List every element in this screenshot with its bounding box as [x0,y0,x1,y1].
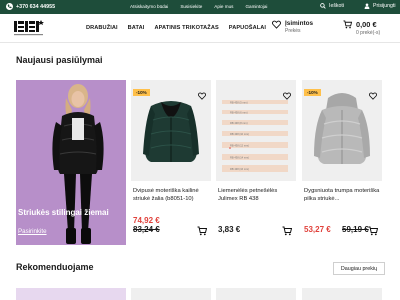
rec-card-preview[interactable] [16,288,126,300]
price-sale: 53,27 € [304,225,331,234]
rec-card-preview[interactable] [216,288,296,300]
top-link-payment[interactable]: Atsiskaitymo būdai [130,4,168,9]
nav-clothes[interactable]: DRABUŽIAI [86,25,118,31]
nav-underwear[interactable]: APATINIS TRIKOTAŽAS [154,25,218,31]
heart-icon[interactable] [198,92,206,100]
promo-title: Striukės stilingai žiemai [18,208,109,217]
strap-size-label: RB 438 (14 mm) [230,156,249,160]
top-link-contact[interactable]: Susisiekite [180,4,202,9]
discount-badge: -10% [133,89,150,96]
cart-count: 0 prekė(-s) [356,30,381,36]
strap-size-label: RB 438 (6 mm) [230,111,248,115]
price: 3,83 € [218,225,241,234]
wishlist-sub: Prekės [285,28,301,34]
promo-model-image [52,84,104,244]
top-links: Atsiskaitymo būdai Susisiekite Apie mus … [130,4,267,9]
cart-link[interactable]: 0,00 € 0 prekė(-s) [343,20,380,36]
product-name[interactable]: Liemenėlės petnešėlės Julimex RB 438 [218,187,294,203]
strap-size-label: RB 438 (5 mm) [230,101,248,105]
strap-size-label: RB 438 (8 mm) [230,121,248,125]
login-button[interactable]: Prisijungti [364,3,396,9]
header-divider [0,42,400,43]
heart-icon[interactable] [369,92,377,100]
top-link-manufacturers[interactable]: Gamintojai [245,4,267,9]
price-old: 83,24 € [133,225,160,234]
search-button[interactable]: Ieškoti [320,3,344,9]
product-card[interactable]: RB 438 (5 mm) RB 438 (6 mm) RB 438 (8 mm… [216,80,296,245]
section-title-recommended: Rekomenduojame [16,262,94,272]
discount-badge: -10% [304,89,321,96]
wishlist-label: Įsimintos [285,20,314,27]
price-old: 59,19 € [342,225,369,234]
nav-jewelry[interactable]: PAPUOŠALAI [229,25,266,31]
login-label: Prisijungti [373,3,396,9]
search-icon [320,3,326,9]
strap-size-label: RB 438 (12 mm) [230,144,249,148]
nav-shoes[interactable]: BATAI [128,25,145,31]
more-products-button[interactable]: Daugiau prekių [333,262,385,275]
strap-size-label: RB 438 (16 mm) [230,167,249,171]
price-sale: 74,92 € [133,216,160,225]
heart-icon[interactable] [283,92,291,100]
product-name[interactable]: Dygsniuota trumpa moteriška pilka striuk… [304,187,380,203]
cart-total: 0,00 € [356,20,377,29]
add-to-cart-icon[interactable] [197,226,207,236]
header: DRABUŽIAI BATAI APATINIS TRIKOTAŽAS PAPU… [0,14,400,42]
brand-logo[interactable] [14,19,44,38]
cart-icon [343,20,352,29]
section-title-new: Naujausi pasiūlymai [16,55,103,65]
top-link-about[interactable]: Apie mus [214,4,233,9]
product-card[interactable]: -10% Dygsniuota trumpa moteriška pilka s… [302,80,382,245]
main-nav: DRABUŽIAI BATAI APATINIS TRIKOTAŽAS PAPU… [86,25,266,31]
product-card[interactable]: -10% Dvipusė moteriška kailinė striukė ž… [131,80,211,245]
promo-link[interactable]: Pasirinkite [18,228,47,235]
rec-card-preview[interactable] [302,288,382,300]
product-name[interactable]: Dvipusė moteriška kailinė striukė žalia … [133,187,209,203]
add-to-cart-icon[interactable] [282,226,292,236]
heart-icon [272,20,281,29]
user-icon [364,3,370,9]
add-to-cart-icon[interactable] [368,226,378,236]
strap-size-label: RB 438 (10 mm) [230,132,249,136]
top-bar: +370 634 44955 Atsiskaitymo būdai Susisi… [0,0,400,14]
phone-contact[interactable]: +370 634 44955 [6,3,55,10]
rec-card-preview[interactable] [131,288,211,300]
wishlist-link[interactable]: Įsimintos Prekės [272,20,313,34]
search-label: Ieškoti [329,3,344,9]
phone-number[interactable]: +370 634 44955 [16,4,55,10]
phone-icon [6,3,13,10]
promo-banner[interactable]: Striukės stilingai žiemai Pasirinkite [16,80,126,245]
